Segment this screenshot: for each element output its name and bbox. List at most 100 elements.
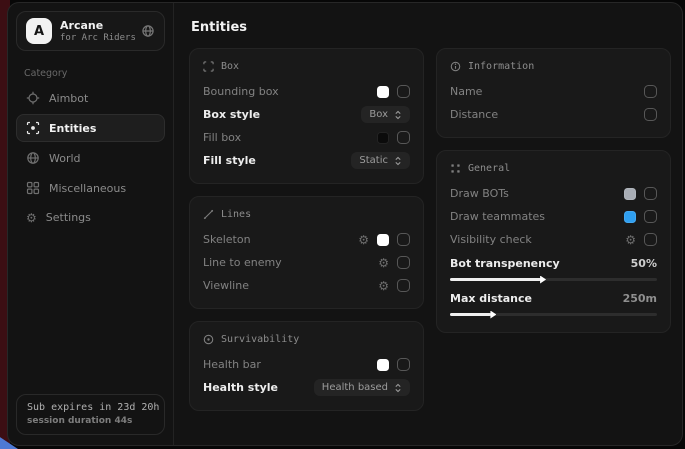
box-style-row: Box style Box	[203, 103, 410, 126]
card-title: General	[468, 163, 510, 174]
lines-card-header: Lines	[203, 209, 410, 220]
logo-card: A Arcane for Arc Riders	[16, 11, 165, 51]
page-title: Entities	[191, 20, 671, 35]
sidebar-item-entities[interactable]: Entities	[16, 114, 165, 142]
distance-row: Distance	[450, 103, 657, 126]
globe-icon	[26, 151, 40, 165]
row-controls	[377, 358, 410, 371]
fill-box-row: Fill box	[203, 126, 410, 149]
sidebar-nav: Aimbot Entities World	[8, 84, 173, 231]
select-value: Health based	[322, 382, 388, 393]
max-distance-row: Max distance 250m	[450, 286, 657, 321]
skeleton-row: Skeleton ⚙	[203, 228, 410, 251]
row-label: Draw teammates	[450, 210, 545, 223]
sidebar-item-aimbot[interactable]: Aimbot	[16, 84, 165, 112]
card-title: Information	[468, 61, 534, 72]
color-swatch[interactable]	[624, 188, 636, 200]
sidebar-item-world[interactable]: World	[16, 144, 165, 172]
settings-icon[interactable]: ⚙	[378, 280, 389, 292]
desktop-backdrop: A Arcane for Arc Riders Category	[0, 0, 685, 449]
globe-icon[interactable]	[141, 24, 155, 38]
info-icon	[450, 61, 461, 72]
skeleton-checkbox[interactable]	[397, 233, 410, 246]
logo-text: Arcane for Arc Riders	[60, 19, 133, 43]
color-swatch[interactable]	[377, 359, 389, 371]
row-label: Visibility check	[450, 233, 532, 246]
fill-style-row: Fill style Static	[203, 149, 410, 172]
row-label: Viewline	[203, 279, 249, 292]
distance-checkbox[interactable]	[644, 108, 657, 121]
row-label: Bot transpenency	[450, 257, 560, 270]
row-label: Draw BOTs	[450, 187, 509, 200]
draw-bots-checkbox[interactable]	[644, 187, 657, 200]
slider-thumb[interactable]	[490, 311, 496, 319]
row-label: Distance	[450, 108, 498, 121]
color-swatch[interactable]	[377, 132, 389, 144]
row-controls	[377, 131, 410, 144]
fill-style-select[interactable]: Static	[351, 152, 410, 169]
sidebar-item-settings[interactable]: ⚙ Settings	[16, 204, 165, 231]
row-controls	[644, 108, 657, 121]
grid-icon	[26, 181, 40, 195]
information-card: Information Name Distance	[436, 48, 671, 138]
general-card: General Draw BOTs Draw teammates	[436, 150, 671, 333]
draw-teammates-row: Draw teammates	[450, 205, 657, 228]
app-window: A Arcane for Arc Riders Category	[7, 2, 683, 446]
app-tagline: for Arc Riders	[60, 33, 133, 43]
color-swatch[interactable]	[377, 86, 389, 98]
box-style-select[interactable]: Box	[361, 106, 410, 123]
sidebar: A Arcane for Arc Riders Category	[8, 3, 174, 445]
app-name: Arcane	[60, 19, 133, 32]
chevron-updown-icon	[394, 156, 402, 166]
health-bar-checkbox[interactable]	[397, 358, 410, 371]
name-checkbox[interactable]	[644, 85, 657, 98]
slider-value: 50%	[631, 257, 657, 270]
color-swatch[interactable]	[377, 234, 389, 246]
row-label: Fill box	[203, 131, 241, 144]
sidebar-item-miscellaneous[interactable]: Miscellaneous	[16, 174, 165, 202]
viewline-checkbox[interactable]	[397, 279, 410, 292]
row-label: Bounding box	[203, 85, 279, 98]
row-controls: ⚙	[378, 256, 410, 269]
settings-icon[interactable]: ⚙	[358, 234, 369, 246]
bot-transparency-slider[interactable]	[450, 278, 657, 281]
row-label: Skeleton	[203, 233, 251, 246]
chevron-updown-icon	[394, 110, 402, 120]
visibility-check-row: Visibility check ⚙	[450, 228, 657, 251]
fill-box-checkbox[interactable]	[397, 131, 410, 144]
row-controls	[377, 85, 410, 98]
survivability-card: Survivability Health bar Health style	[189, 321, 424, 411]
lines-card: Lines Skeleton ⚙ Line to enemy	[189, 196, 424, 309]
settings-icon[interactable]: ⚙	[625, 234, 636, 246]
corner-brackets-icon	[203, 61, 214, 72]
draw-teammates-checkbox[interactable]	[644, 210, 657, 223]
sidebar-item-label: Miscellaneous	[49, 182, 126, 195]
right-column: Information Name Distance	[436, 48, 671, 411]
left-column: Box Bounding box Box style	[189, 48, 424, 411]
health-style-select[interactable]: Health based	[314, 379, 410, 396]
row-label: Max distance	[450, 292, 532, 305]
color-swatch[interactable]	[624, 211, 636, 223]
settings-icon[interactable]: ⚙	[378, 257, 389, 269]
row-controls: ⚙	[625, 233, 657, 246]
line-to-enemy-checkbox[interactable]	[397, 256, 410, 269]
subscription-card: Sub expires in 23d 20h session duration …	[16, 394, 165, 435]
sidebar-item-label: Entities	[49, 122, 96, 135]
sidebar-item-label: Aimbot	[49, 92, 88, 105]
line-to-enemy-row: Line to enemy ⚙	[203, 251, 410, 274]
row-controls: ⚙	[358, 233, 410, 246]
row-label: Fill style	[203, 154, 256, 167]
main-content: Entities Box Bounding box	[174, 3, 682, 445]
sidebar-item-label: Settings	[46, 211, 91, 224]
avatar: A	[26, 18, 52, 44]
crosshair-icon	[26, 91, 40, 105]
visibility-check-checkbox[interactable]	[644, 233, 657, 246]
entities-icon	[26, 121, 40, 135]
row-controls	[644, 85, 657, 98]
max-distance-slider[interactable]	[450, 313, 657, 316]
slider-thumb[interactable]	[540, 276, 546, 284]
vitals-icon	[203, 334, 214, 345]
name-row: Name	[450, 80, 657, 103]
bot-transparency-row: Bot transpenency 50%	[450, 251, 657, 286]
bounding-box-checkbox[interactable]	[397, 85, 410, 98]
